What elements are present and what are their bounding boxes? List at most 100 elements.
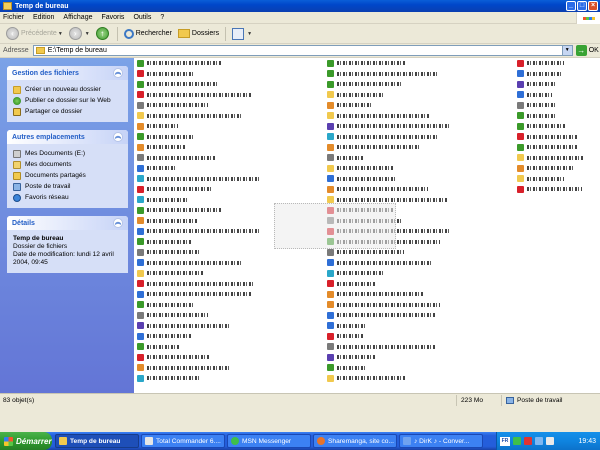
file-item[interactable] — [327, 100, 517, 111]
file-item[interactable] — [517, 79, 597, 90]
file-item[interactable] — [137, 184, 327, 195]
file-item[interactable] — [137, 69, 327, 80]
file-item[interactable] — [327, 289, 517, 300]
file-item[interactable] — [137, 300, 327, 311]
file-item[interactable] — [517, 111, 597, 122]
place-my-documents-drive[interactable]: Mes Documents (E:) — [13, 148, 122, 159]
file-item[interactable] — [327, 279, 517, 290]
file-item[interactable] — [327, 258, 517, 269]
file-item[interactable] — [137, 352, 327, 363]
file-item[interactable] — [517, 184, 597, 195]
network-tray-icon[interactable] — [535, 437, 543, 445]
task-share-folder[interactable]: Partager ce dossier — [13, 106, 122, 117]
minimize-button[interactable]: _ — [566, 1, 576, 11]
place-my-computer[interactable]: Poste de travail — [13, 181, 122, 192]
file-item[interactable] — [137, 289, 327, 300]
file-item[interactable] — [327, 132, 517, 143]
menu-help[interactable]: ? — [160, 14, 164, 21]
menu-fichier[interactable]: Fichier — [3, 14, 24, 21]
taskbar-item-total-commander[interactable]: Total Commander 6.... — [141, 434, 225, 448]
file-item[interactable] — [327, 142, 517, 153]
file-item[interactable] — [327, 331, 517, 342]
back-button[interactable]: ‹ Précédente ▼ — [3, 26, 66, 42]
file-item[interactable] — [517, 163, 597, 174]
file-item[interactable] — [137, 331, 327, 342]
file-item[interactable] — [517, 142, 597, 153]
file-item[interactable] — [327, 352, 517, 363]
menu-outils[interactable]: Outils — [133, 14, 151, 21]
file-item[interactable] — [517, 174, 597, 185]
file-item[interactable] — [137, 258, 327, 269]
file-item[interactable] — [137, 363, 327, 374]
task-new-folder[interactable]: Créer un nouveau dossier — [13, 84, 122, 95]
taskbar-item-conversation[interactable]: ♪ DirK ♪ - Conver... — [399, 434, 483, 448]
place-network[interactable]: Favoris réseau — [13, 192, 122, 203]
folders-button[interactable]: Dossiers — [175, 26, 222, 42]
file-item[interactable] — [517, 100, 597, 111]
file-item[interactable] — [137, 142, 327, 153]
menu-affichage[interactable]: Affichage — [63, 14, 92, 21]
file-item[interactable] — [137, 79, 327, 90]
search-button[interactable]: Rechercher — [121, 26, 175, 42]
file-item[interactable] — [137, 132, 327, 143]
file-item[interactable] — [327, 153, 517, 164]
antivirus-tray-icon[interactable] — [524, 437, 532, 445]
file-item[interactable] — [137, 163, 327, 174]
file-item[interactable] — [517, 153, 597, 164]
file-item[interactable] — [327, 321, 517, 332]
file-item[interactable] — [137, 342, 327, 353]
file-item[interactable] — [327, 310, 517, 321]
window-titlebar[interactable]: Temp de bureau _ □ × — [0, 0, 600, 12]
other-places-header[interactable]: Autres emplacements ︽ — [7, 130, 128, 144]
file-item[interactable] — [137, 268, 327, 279]
task-publish-web[interactable]: Publier ce dossier sur le Web — [13, 95, 122, 106]
address-dropdown-button[interactable]: ▼ — [561, 46, 572, 55]
file-item[interactable] — [327, 90, 517, 101]
file-item[interactable] — [137, 58, 327, 69]
up-folder-button[interactable]: ↑ — [93, 26, 114, 42]
address-input[interactable]: E:\Temp de bureau ▼ — [32, 45, 573, 56]
file-item[interactable] — [327, 373, 517, 384]
file-item[interactable] — [137, 321, 327, 332]
file-item[interactable] — [517, 121, 597, 132]
file-tasks-header[interactable]: Gestion des fichiers ︽ — [7, 66, 128, 80]
go-button[interactable]: → OK — [575, 45, 599, 56]
file-item[interactable] — [137, 111, 327, 122]
place-my-documents[interactable]: Mes documents — [13, 159, 122, 170]
language-indicator[interactable]: FR — [500, 436, 510, 446]
file-item[interactable] — [327, 58, 517, 69]
file-item[interactable] — [327, 121, 517, 132]
taskbar-item-browser[interactable]: Sharemanga, site co... — [313, 434, 397, 448]
menu-favoris[interactable]: Favoris — [101, 14, 124, 21]
file-item[interactable] — [517, 132, 597, 143]
file-item[interactable] — [517, 58, 597, 69]
maximize-button[interactable]: □ — [577, 1, 587, 11]
taskbar-item-explorer[interactable]: Temp de bureau — [55, 434, 139, 448]
file-item[interactable] — [137, 121, 327, 132]
file-item[interactable] — [327, 300, 517, 311]
file-item[interactable] — [327, 69, 517, 80]
file-item[interactable] — [327, 342, 517, 353]
file-item[interactable] — [327, 163, 517, 174]
file-item[interactable] — [327, 363, 517, 374]
menu-edition[interactable]: Edition — [33, 14, 54, 21]
file-item[interactable] — [137, 373, 327, 384]
views-button[interactable]: ▼ — [229, 26, 255, 42]
start-button[interactable]: Démarrer — [0, 432, 52, 450]
taskbar-item-msn[interactable]: MSN Messenger — [227, 434, 311, 448]
place-shared-documents[interactable]: Documents partagés — [13, 170, 122, 181]
file-item[interactable] — [517, 69, 597, 80]
collapse-icon[interactable]: ︽ — [113, 68, 123, 78]
collapse-icon[interactable]: ︽ — [113, 218, 123, 228]
file-item[interactable] — [137, 153, 327, 164]
collapse-icon[interactable]: ︽ — [113, 132, 123, 142]
forward-button[interactable]: › ▼ — [66, 26, 93, 42]
file-item[interactable] — [327, 111, 517, 122]
file-item[interactable] — [327, 79, 517, 90]
close-button[interactable]: × — [588, 1, 598, 11]
file-item[interactable] — [137, 310, 327, 321]
details-header[interactable]: Détails ︽ — [7, 216, 128, 230]
file-item[interactable] — [327, 268, 517, 279]
file-item[interactable] — [137, 100, 327, 111]
file-item[interactable] — [137, 174, 327, 185]
